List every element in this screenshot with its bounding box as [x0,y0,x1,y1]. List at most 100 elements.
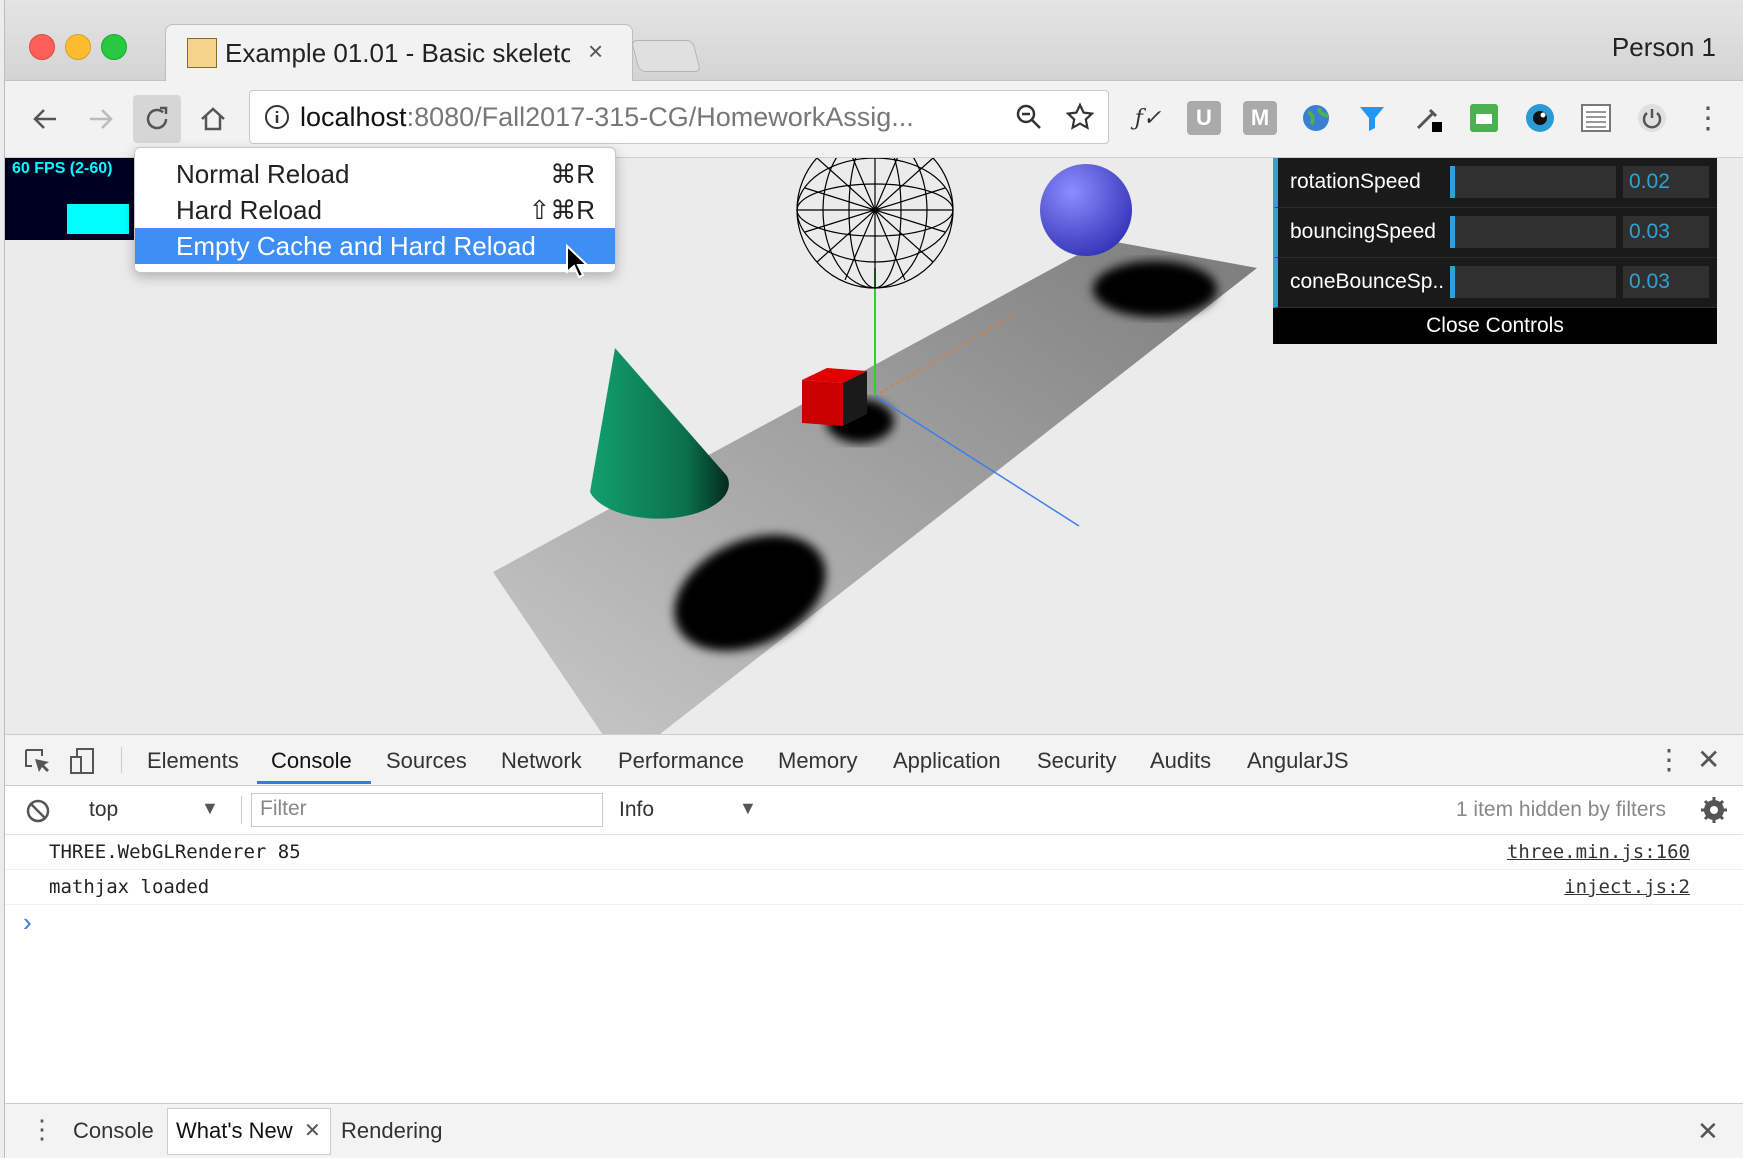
devtools-drawer-bar: ⋮ Console What's New ✕ Rendering ✕ [5,1103,1743,1158]
forward-button[interactable] [77,95,125,143]
close-controls-button[interactable]: Close Controls [1273,308,1717,344]
cone [590,348,729,519]
globe-icon[interactable] [1299,101,1333,135]
m-icon[interactable]: M [1243,101,1277,135]
drawer-tab-whats-new[interactable]: What's New ✕ [167,1108,331,1155]
tab-memory[interactable]: Memory [778,748,857,774]
mouse-pointer-icon [566,244,589,279]
drawer-menu-icon[interactable]: ⋮ [29,1114,55,1145]
control-slider[interactable] [1450,216,1616,248]
profile-button[interactable]: Person 1 [1612,32,1716,63]
menu-item-label: Hard Reload [176,195,322,225]
power-icon[interactable] [1635,101,1669,135]
u-icon[interactable]: U [1187,101,1221,135]
settings-gear-icon[interactable] [1700,796,1728,824]
context-value: top [89,798,119,821]
control-value-input[interactable]: 0.02 [1623,166,1709,198]
tab-sources[interactable]: Sources [386,748,467,774]
control-label: coneBounceSp... [1290,270,1445,293]
console-source-link[interactable]: three.min.js:160 [1507,841,1690,863]
back-button[interactable] [21,95,69,143]
zoom-window-button[interactable] [101,34,127,60]
control-label: rotationSpeed [1290,170,1421,193]
console-source-link[interactable]: inject.js:2 [1564,876,1690,898]
tab-console[interactable]: Console [271,748,352,774]
reload-icon [146,106,168,130]
tab-security[interactable]: Security [1037,748,1116,774]
active-tab-indicator [257,781,371,784]
home-icon [201,107,225,131]
menu-item-normal-reload[interactable]: Normal Reload ⌘R [135,156,615,192]
control-slider[interactable] [1450,166,1616,198]
news-icon[interactable] [1579,101,1613,135]
reload-menu: Normal Reload ⌘R Hard Reload ⇧⌘R Empty C… [134,147,616,273]
prompt-chevron-icon: › [23,907,32,937]
tab-application[interactable]: Application [893,748,1001,774]
toolbar-divider [241,796,242,824]
fps-stats-panel[interactable]: 60 FPS (2-60) [5,158,135,240]
eyedropper-icon[interactable] [1411,101,1445,135]
wireframe-sphere [796,158,954,289]
close-window-button[interactable] [29,34,55,60]
new-tab-button[interactable] [630,40,702,72]
title-bar: Example 01.01 - Basic skeleton × Person … [5,0,1743,81]
context-selector[interactable]: top ▼ [85,796,225,826]
log-level-selector[interactable]: Info ▼ [619,796,759,826]
arrow-right-icon [90,109,113,129]
menu-item-label: Normal Reload [176,159,350,189]
zoom-icon[interactable] [1015,103,1043,131]
control-value-input[interactable]: 0.03 [1623,216,1709,248]
menu-item-label: Empty Cache and Hard Reload [176,231,536,261]
chevron-down-icon: ▼ [201,798,219,818]
filter-input[interactable]: Filter [251,793,603,827]
drawer-close-icon[interactable]: ✕ [1697,1116,1719,1147]
eye-icon[interactable] [1523,101,1557,135]
menu-item-shortcut: ⌘R [550,159,595,189]
hidden-items-note: 1 item hidden by filters [1455,798,1666,821]
control-value-input[interactable]: 0.03 [1623,266,1709,298]
home-button[interactable] [189,95,237,143]
control-row: coneBounceSp... 0.03 [1273,258,1717,308]
bookmark-star-icon[interactable] [1065,102,1095,132]
arrow-left-icon [33,109,56,129]
print-icon[interactable] [1467,101,1501,135]
control-slider[interactable] [1450,266,1616,298]
menu-item-empty-cache-hard-reload[interactable]: Empty Cache and Hard Reload [135,228,615,264]
devtools-panel: Elements Console Sources Network Perform… [5,734,1743,1158]
filter-icon[interactable] [1355,101,1389,135]
console-message: THREE.WebGLRenderer 85 three.min.js:160 [5,835,1743,870]
minimize-window-button[interactable] [65,34,91,60]
devtools-tab-bar: Elements Console Sources Network Perform… [5,735,1743,786]
address-bar[interactable]: localhost:8080/Fall2017-315-CG/HomeworkA… [249,90,1109,144]
chevron-down-icon: ▼ [739,798,757,818]
console-prompt[interactable]: › [5,907,1743,1087]
tab-angularjs[interactable]: AngularJS [1247,748,1349,774]
drawer-tab-rendering[interactable]: Rendering [341,1118,443,1144]
clear-console-icon[interactable] [25,798,51,824]
tab-elements[interactable]: Elements [147,748,239,774]
tab-performance[interactable]: Performance [618,748,744,774]
drawer-tab-console[interactable]: Console [73,1118,154,1144]
info-icon [265,105,289,129]
fx-icon[interactable]: ƒ✓ [1131,101,1165,135]
menu-item-shortcut: ⇧⌘R [528,195,595,225]
drawer-tab-close-icon[interactable]: ✕ [304,1118,321,1143]
fps-label: 60 FPS (2-60) [12,160,113,177]
devtools-menu-icon[interactable]: ⋮ [1655,743,1683,776]
more-icon[interactable]: ⋮ [1691,101,1725,135]
tab-network[interactable]: Network [501,748,582,774]
filter-placeholder: Filter [260,797,307,820]
tab-audits[interactable]: Audits [1150,748,1211,774]
menu-item-hard-reload[interactable]: Hard Reload ⇧⌘R [135,192,615,228]
url-text[interactable]: localhost:8080/Fall2017-315-CG/HomeworkA… [300,102,980,133]
control-label: bouncingSpeed [1290,220,1436,243]
devtools-close-icon[interactable]: ✕ [1697,743,1720,776]
tab-close-icon[interactable]: × [588,36,603,67]
tab-divider [121,747,122,773]
device-toggle-icon[interactable] [69,747,97,775]
console-message: mathjax loaded inject.js:2 [5,870,1743,905]
cube-front-face [802,380,843,426]
inspect-element-icon[interactable] [23,747,51,775]
url-path: :8080/Fall2017-315-CG/HomeworkAssig... [406,102,914,132]
reload-button[interactable] [133,95,181,143]
